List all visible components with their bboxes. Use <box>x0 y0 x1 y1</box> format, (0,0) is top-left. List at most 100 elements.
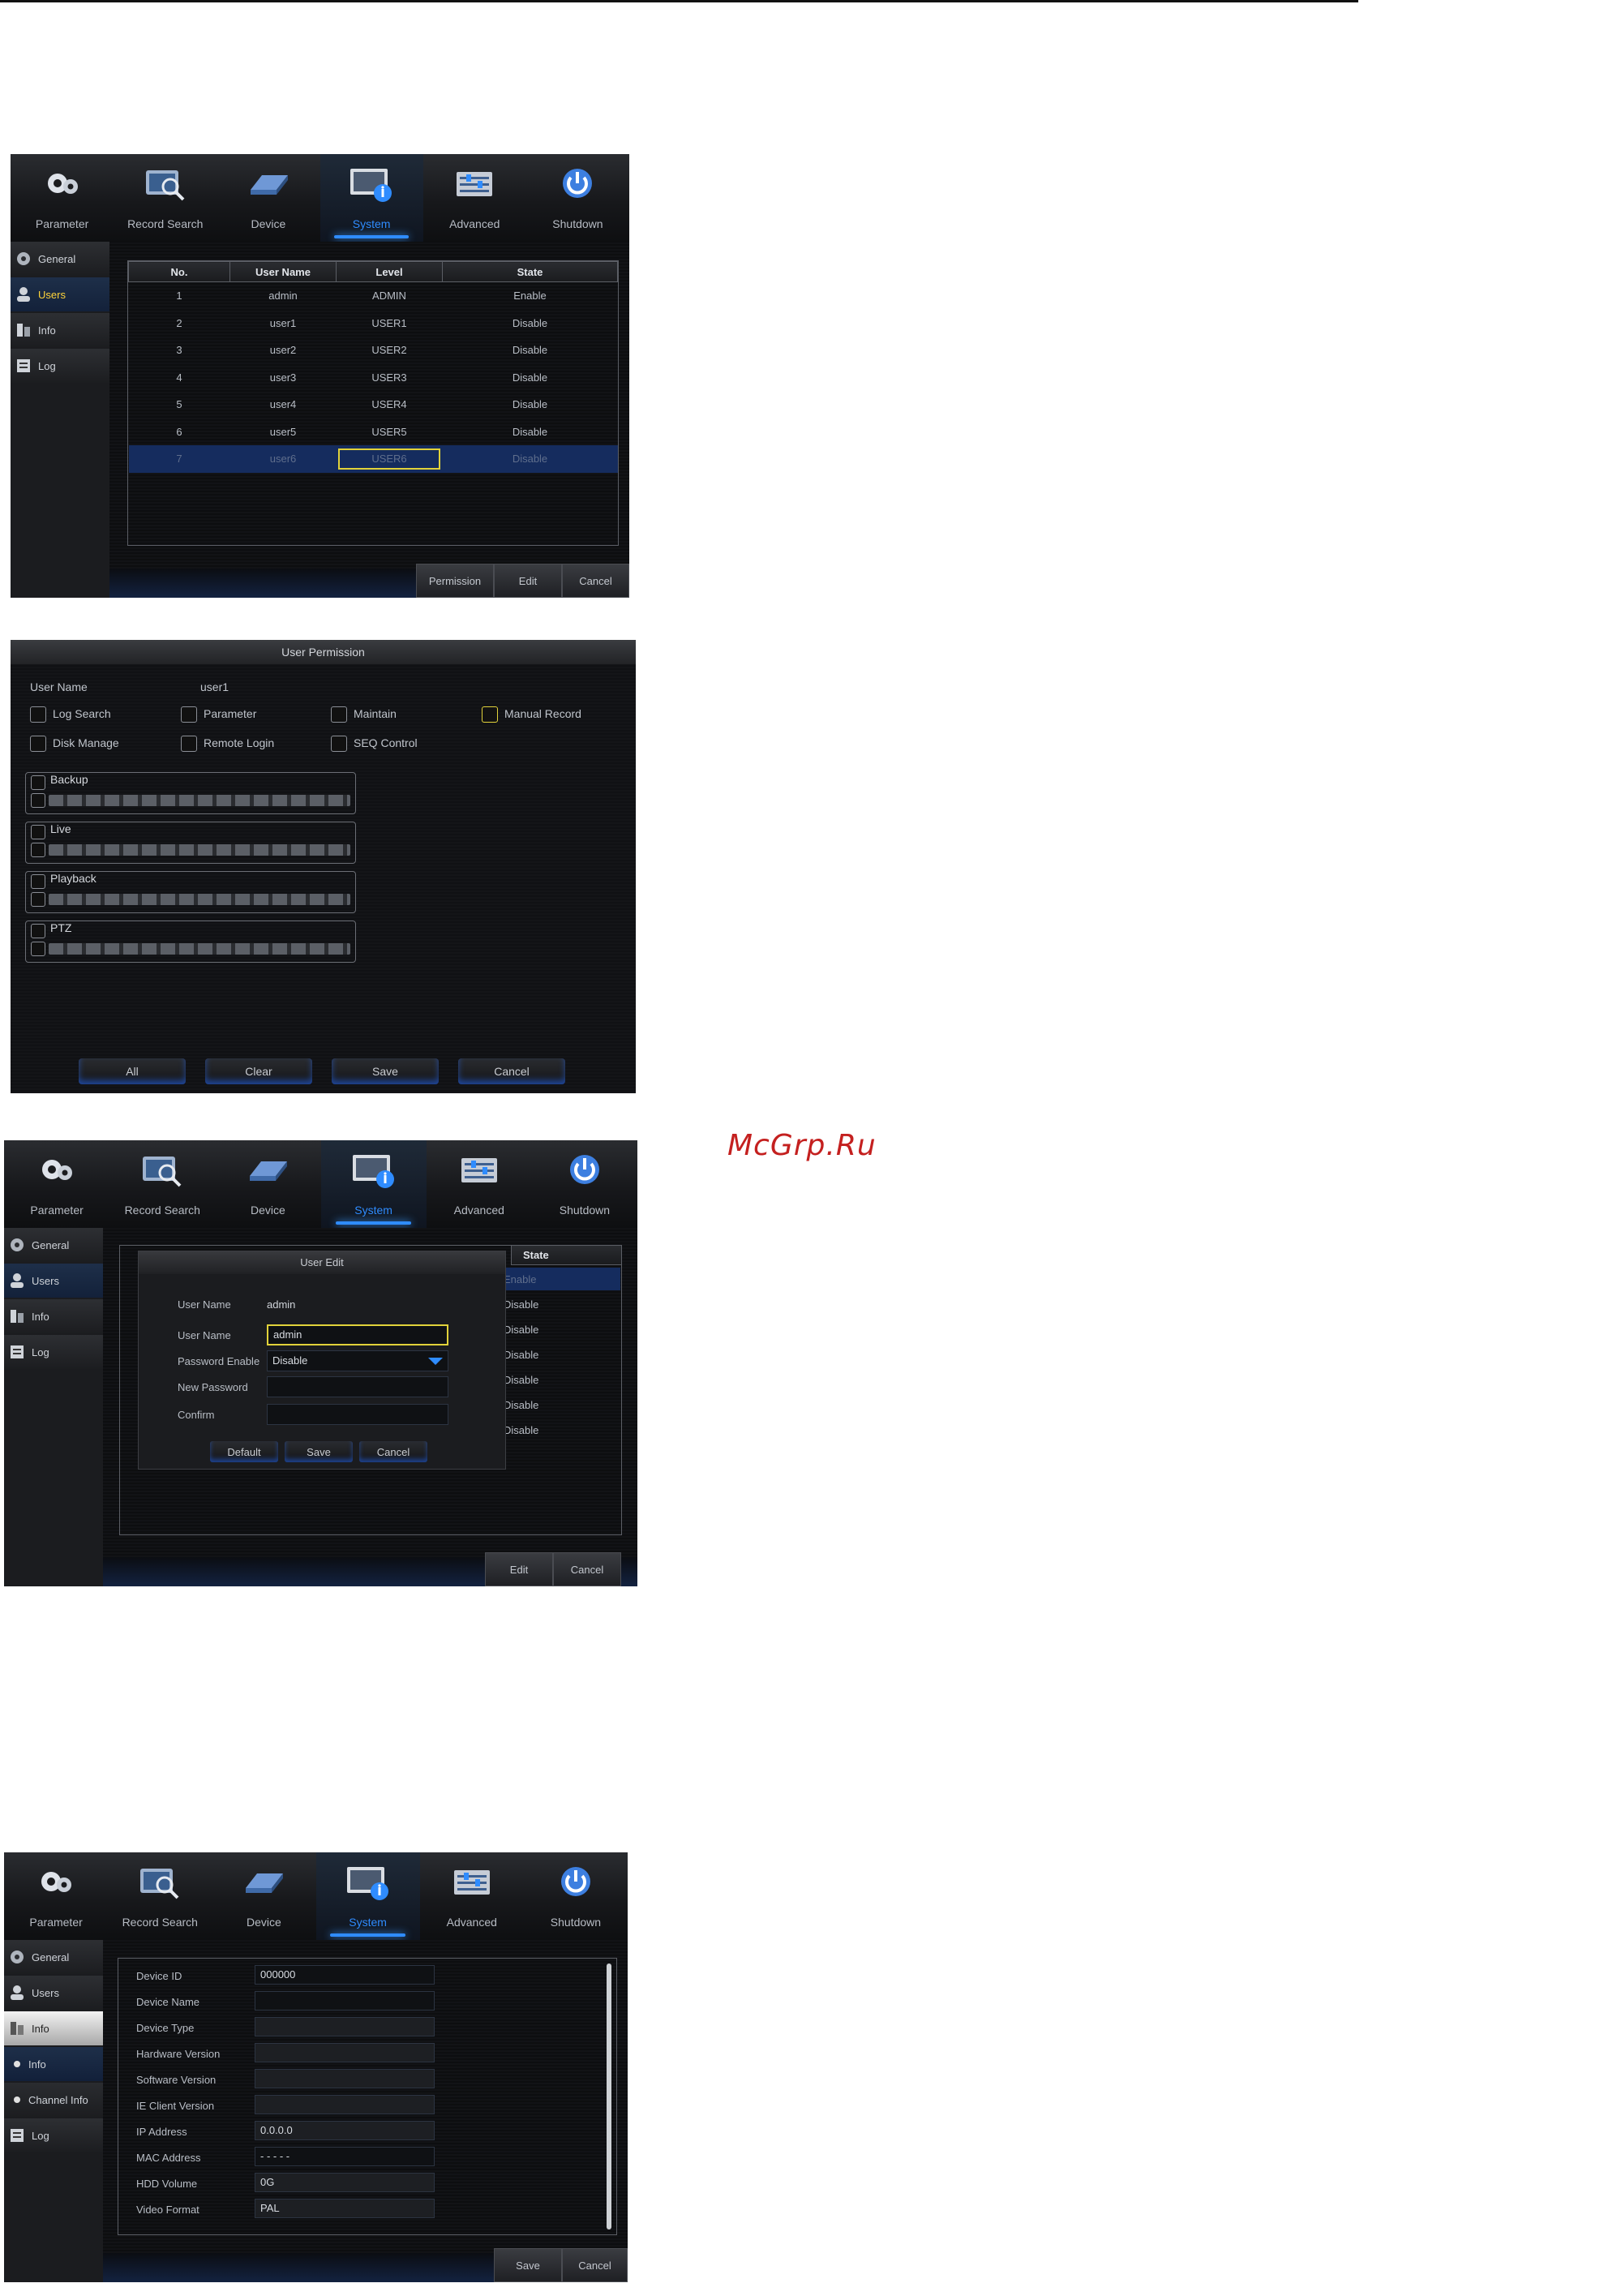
sidebar-item-log[interactable]: Log <box>4 2118 103 2152</box>
scrollbar[interactable] <box>607 1963 611 2229</box>
cancel-button[interactable]: Cancel <box>562 2248 628 2282</box>
cell-level-focused[interactable]: USER6 <box>336 445 443 473</box>
sidebar-subitem-info[interactable]: Info <box>4 2047 103 2081</box>
nav-shutdown[interactable]: Shutdown <box>526 154 629 242</box>
user-name-input[interactable]: admin <box>267 1324 448 1345</box>
save-button[interactable]: Save <box>332 1058 439 1084</box>
state-cell: Disable <box>504 1298 539 1311</box>
nav-system[interactable]: System <box>320 154 423 242</box>
nav-system[interactable]: System <box>315 1852 420 1940</box>
nav-device[interactable]: Device <box>217 154 320 242</box>
sidebar-item-label: Info <box>32 1310 49 1323</box>
nav-record-search[interactable]: Record Search <box>114 154 217 242</box>
sidebar-item-users[interactable]: Users <box>11 277 109 311</box>
channel-checkbox-strip[interactable] <box>49 795 350 806</box>
table-row[interactable]: 1 admin ADMIN Enable <box>129 282 618 310</box>
field-label: Device Name <box>136 1996 200 2008</box>
password-enable-select[interactable]: Disable <box>267 1350 448 1371</box>
cell-level: USER5 <box>371 425 407 438</box>
nav-label: Shutdown <box>552 217 603 230</box>
manual-record-checkbox[interactable] <box>482 706 498 723</box>
sidebar: General Users Info Log <box>11 242 109 598</box>
sidebar-item-log[interactable]: Log <box>4 1335 103 1369</box>
disk-manage-checkbox[interactable] <box>30 736 46 752</box>
table-row[interactable]: 3 user2 USER2 Disable <box>129 337 618 364</box>
maintain-checkbox[interactable] <box>331 706 347 723</box>
new-password-input[interactable] <box>267 1376 448 1397</box>
nav-device[interactable]: Device <box>212 1852 315 1940</box>
table-row[interactable]: 2 user1 USER1 Disable <box>129 310 618 337</box>
sidebar-item-general[interactable]: General <box>4 1940 103 1974</box>
field-label: Video Format <box>136 2204 199 2216</box>
backup-row-checkbox[interactable] <box>31 793 45 808</box>
parameter-checkbox[interactable] <box>181 706 197 723</box>
cancel-button[interactable]: Cancel <box>458 1058 565 1084</box>
sidebar-item-label: Users <box>32 1986 59 1999</box>
live-row-checkbox[interactable] <box>31 843 45 857</box>
live-all-checkbox[interactable] <box>31 825 45 839</box>
sidebar-item-users[interactable]: Users <box>4 1264 103 1298</box>
sidebar-item-log[interactable]: Log <box>11 349 109 383</box>
sidebar-item-users[interactable]: Users <box>4 1976 103 2010</box>
nav-parameter[interactable]: Parameter <box>4 1852 108 1940</box>
nav-record-search[interactable]: Record Search <box>108 1852 212 1940</box>
table-row[interactable]: 6 user5 USER5 Disable <box>129 418 618 446</box>
nav-record-search[interactable]: Record Search <box>109 1140 215 1228</box>
backup-all-checkbox[interactable] <box>31 775 45 790</box>
hardware-version-field <box>255 2043 435 2062</box>
sidebar-item-general[interactable]: General <box>11 242 109 276</box>
table-row[interactable]: 4 user3 USER3 Disable <box>129 364 618 392</box>
sidebar-item-general[interactable]: General <box>4 1228 103 1262</box>
edit-button[interactable]: Edit <box>485 1552 553 1586</box>
nav-parameter[interactable]: Parameter <box>4 1140 109 1228</box>
table-row-selected[interactable]: 7 user6 USER6 Disable <box>128 445 618 473</box>
cancel-button[interactable]: Cancel <box>359 1441 427 1462</box>
playback-all-checkbox[interactable] <box>31 874 45 889</box>
nav-parameter[interactable]: Parameter <box>11 154 114 242</box>
device-id-field[interactable]: 000000 <box>255 1965 435 1985</box>
nav-shutdown[interactable]: Shutdown <box>532 1140 637 1228</box>
cell-no: 7 <box>128 445 230 473</box>
cancel-button[interactable]: Cancel <box>562 564 629 598</box>
checkbox-label: Parameter <box>204 707 257 720</box>
default-button[interactable]: Default <box>210 1441 278 1462</box>
nav-label: Device <box>251 217 286 230</box>
permission-button[interactable]: Permission <box>416 564 494 598</box>
column-header: User Name <box>229 261 337 282</box>
cell-state: Disable <box>512 398 548 411</box>
log-search-checkbox[interactable] <box>30 706 46 723</box>
nav-system[interactable]: System <box>320 1140 427 1228</box>
channel-checkbox-strip[interactable] <box>49 894 350 905</box>
nav-device[interactable]: Device <box>215 1140 320 1228</box>
select-value: Disable <box>272 1354 308 1367</box>
channel-checkbox-strip[interactable] <box>49 943 350 955</box>
table-row[interactable]: 5 user4 USER4 Disable <box>129 391 618 418</box>
ptz-row-checkbox[interactable] <box>31 942 45 956</box>
seq-control-checkbox[interactable] <box>331 736 347 752</box>
nav-shutdown[interactable]: Shutdown <box>524 1852 628 1940</box>
edit-button[interactable]: Edit <box>494 564 562 598</box>
nav-advanced[interactable]: Advanced <box>420 1852 524 1940</box>
nav-advanced[interactable]: Advanced <box>423 154 526 242</box>
all-button[interactable]: All <box>79 1058 186 1084</box>
sidebar-item-info[interactable]: Info <box>4 2011 103 2045</box>
channel-checkbox-strip[interactable] <box>49 844 350 856</box>
clear-button[interactable]: Clear <box>205 1058 312 1084</box>
confirm-password-input[interactable] <box>267 1404 448 1425</box>
sidebar-item-label: General <box>32 1238 70 1251</box>
sidebar-subitem-channel-info[interactable]: Channel Info <box>4 2083 103 2117</box>
device-name-field[interactable] <box>255 1991 435 2011</box>
group-label: Live <box>50 822 71 835</box>
ptz-all-checkbox[interactable] <box>31 924 45 938</box>
dropdown-arrow-icon <box>428 1358 443 1365</box>
playback-row-checkbox[interactable] <box>31 892 45 907</box>
sidebar-item-info[interactable]: Info <box>4 1299 103 1333</box>
nav-advanced[interactable]: Advanced <box>427 1140 532 1228</box>
state-cell: Disable <box>504 1374 539 1386</box>
sidebar-item-label: General <box>38 252 76 265</box>
save-button[interactable]: Save <box>494 2248 562 2282</box>
cancel-button[interactable]: Cancel <box>553 1552 621 1586</box>
sidebar-item-info[interactable]: Info <box>11 313 109 347</box>
save-button[interactable]: Save <box>285 1441 353 1462</box>
remote-login-checkbox[interactable] <box>181 736 197 752</box>
